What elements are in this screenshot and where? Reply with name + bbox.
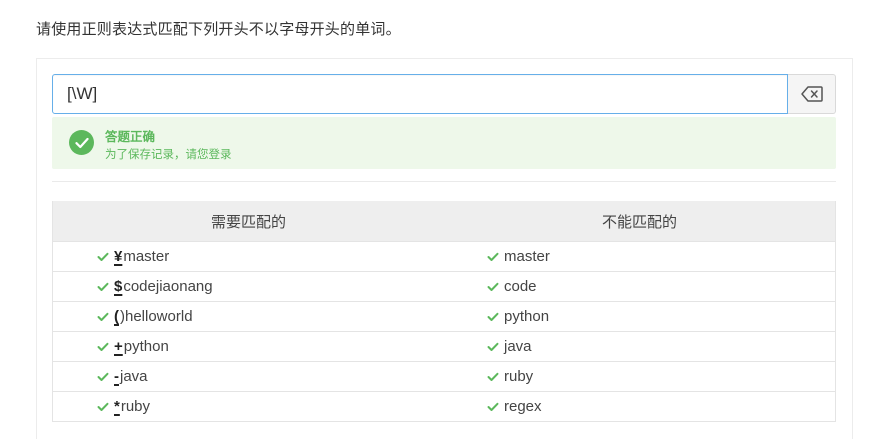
check-icon — [97, 402, 109, 412]
match-cell: - java — [53, 362, 444, 391]
matched-char: + — [114, 338, 123, 355]
check-icon — [97, 252, 109, 262]
matched-char: * — [114, 398, 120, 415]
question-text: 请使用正则表达式匹配下列开头不以字母开头的单词。 — [36, 20, 401, 38]
no-match-word: code — [504, 278, 537, 295]
header-no-match: 不能匹配的 — [601, 212, 677, 231]
check-icon — [487, 342, 499, 352]
match-cell: ()helloworld — [53, 302, 444, 331]
matched-char: $ — [114, 278, 123, 295]
check-circle-icon — [69, 130, 94, 155]
regex-input-group — [52, 74, 836, 114]
table-row: * ruby regex — [53, 391, 835, 421]
matched-char: - — [114, 368, 119, 385]
no-match-word: master — [504, 248, 550, 265]
match-cell: ¥ master — [53, 242, 444, 271]
match-word-rest: codejiaonang — [123, 278, 213, 295]
no-match-cell: java — [444, 332, 835, 361]
match-word-rest: master — [123, 248, 170, 265]
check-icon — [487, 252, 499, 262]
check-icon — [97, 312, 109, 322]
match-word-rest: )helloworld — [120, 308, 193, 325]
header-match: 需要匹配的 — [210, 212, 286, 231]
no-match-word: ruby — [504, 368, 534, 385]
result-title: 答题正确 — [105, 129, 156, 144]
exercise-card: 答题正确 为了保存记录，请您登录 需要匹配的 不能匹配的 ¥mastermast… — [36, 58, 853, 439]
no-match-word: python — [504, 308, 550, 325]
success-alert: 答题正确 为了保存记录，请您登录 — [52, 117, 836, 169]
match-word-rest: python — [123, 338, 169, 355]
no-match-cell: regex — [444, 392, 835, 421]
match-cell: * ruby — [53, 392, 444, 421]
table-row: + python java — [53, 331, 835, 361]
matched-char: ¥ — [114, 248, 123, 265]
table-row: - java ruby — [53, 361, 835, 391]
no-match-cell: ruby — [444, 362, 835, 391]
match-word-rest: ruby — [120, 398, 151, 415]
match-cell: $ codejiaonang — [53, 272, 444, 301]
check-icon — [97, 282, 109, 292]
check-icon — [487, 312, 499, 322]
table-header: 需要匹配的 不能匹配的 — [53, 201, 835, 241]
table-row: ¥ master master — [53, 241, 835, 271]
no-match-cell: master — [444, 242, 835, 271]
check-icon — [97, 372, 109, 382]
login-hint: 为了保存记录，请您登录 — [105, 147, 232, 161]
divider — [52, 181, 836, 182]
table-row: $ codejiaonang code — [53, 271, 835, 301]
match-cell: + python — [53, 332, 444, 361]
table-row: ()helloworld python — [53, 301, 835, 331]
check-icon — [487, 402, 499, 412]
no-match-cell: python — [444, 302, 835, 331]
backspace-icon — [800, 86, 823, 102]
no-match-cell: code — [444, 272, 835, 301]
clear-button[interactable] — [788, 74, 836, 114]
check-icon — [97, 342, 109, 352]
matched-char: ( — [114, 308, 119, 325]
check-icon — [487, 372, 499, 382]
no-match-word: regex — [504, 398, 542, 415]
test-cases-table: 需要匹配的 不能匹配的 ¥ master master $ codejiaonang co… — [52, 201, 836, 422]
check-icon — [487, 282, 499, 292]
regex-input[interactable] — [52, 74, 788, 114]
no-match-word: java — [504, 338, 532, 355]
match-word-rest: java — [120, 368, 148, 385]
